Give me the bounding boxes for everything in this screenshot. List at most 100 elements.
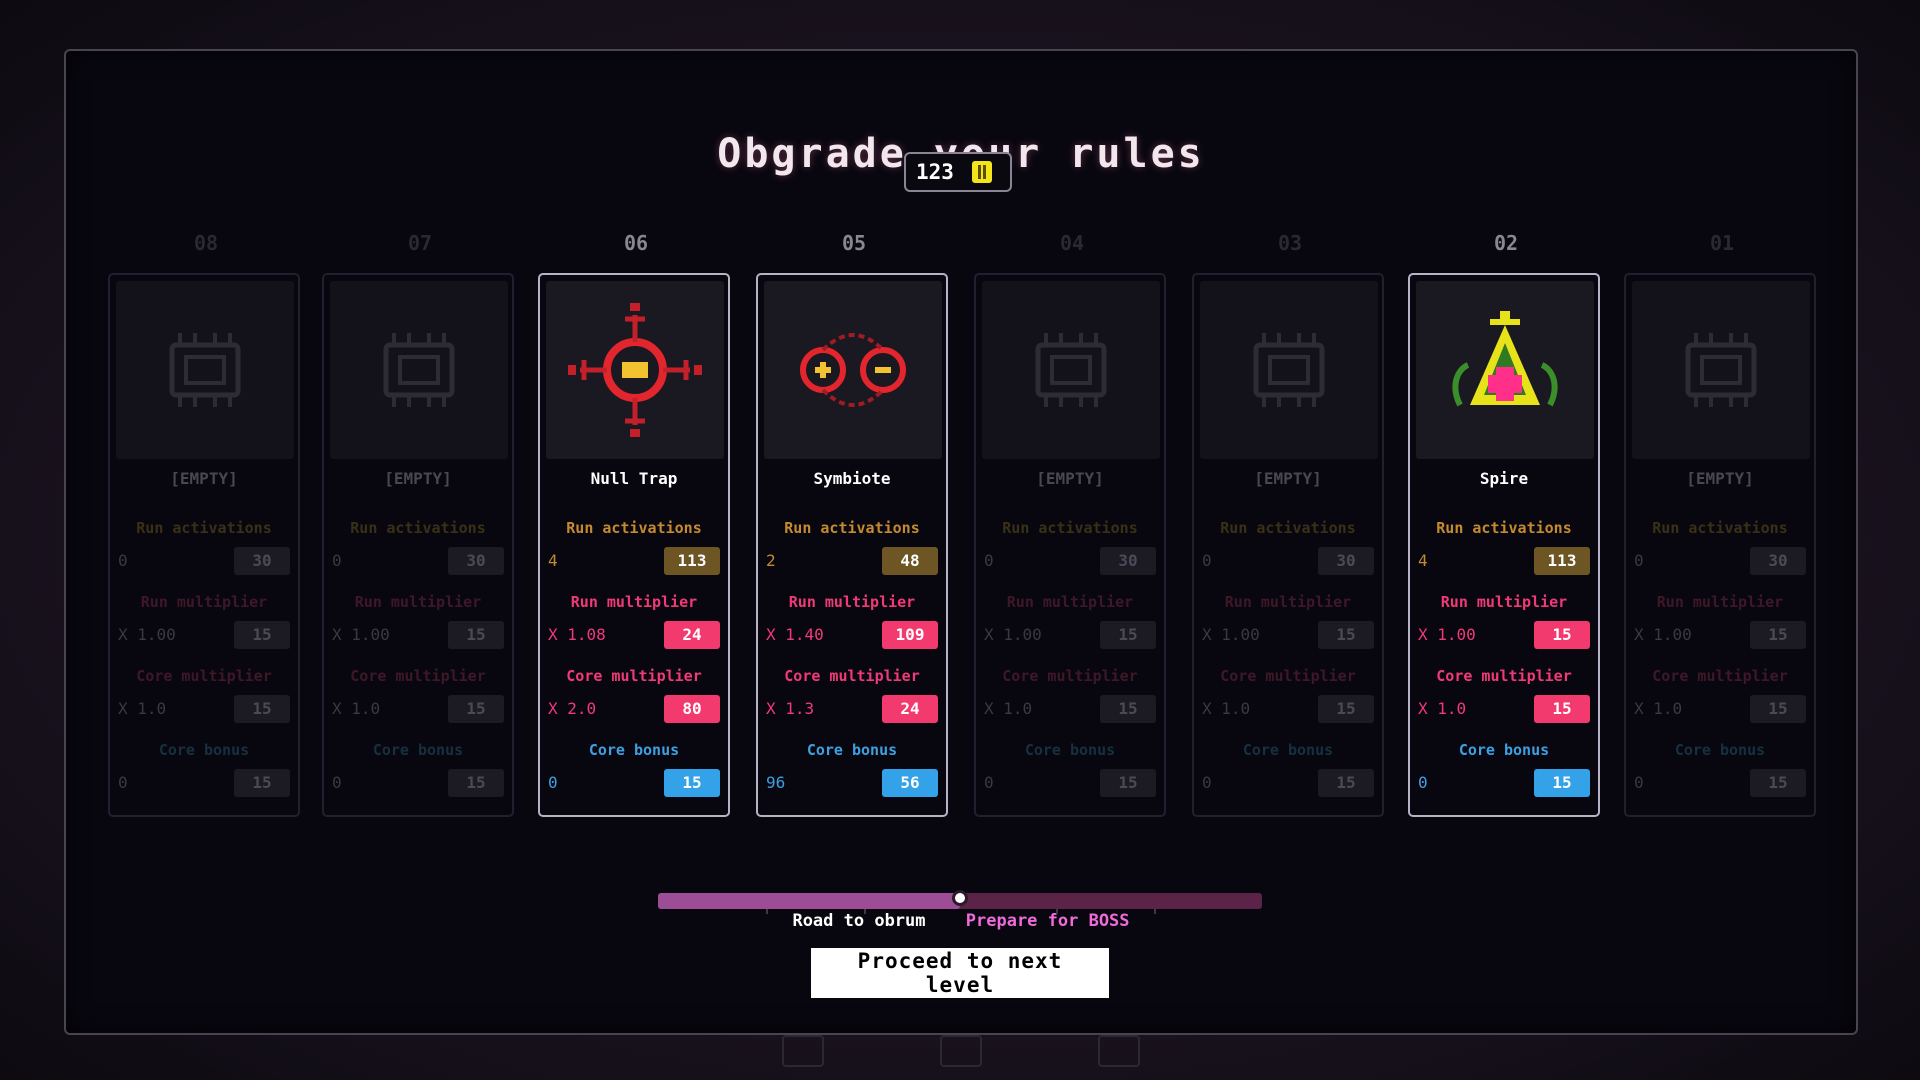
rule-card[interactable]: [EMPTY] Run activations 0 30 Run multipli… (1624, 273, 1816, 817)
core-bonus-label: Core bonus (1458, 741, 1550, 759)
slot-number: 01 (1709, 231, 1735, 255)
run-activations-label: Run activations (566, 519, 702, 537)
run-activations-upgrade-button[interactable]: 113 (664, 547, 720, 575)
core-bonus-upgrade-button[interactable]: 15 (1534, 769, 1590, 797)
core-bonus-value: 0 (548, 773, 558, 792)
rule-card[interactable]: [EMPTY] Run activations 0 30 Run multipli… (1192, 273, 1384, 817)
run-multiplier-value: X 1.08 (548, 625, 606, 644)
run-multiplier-value: X 1.00 (1202, 625, 1260, 644)
chip-icon (169, 333, 241, 407)
run-multiplier-label: Run multiplier (1440, 593, 1568, 611)
run-activations-value: 0 (118, 551, 128, 570)
run-activations-row: 0 30 (976, 547, 1164, 575)
core-multiplier-upgrade-button[interactable]: 15 (1100, 695, 1156, 723)
core-multiplier-value: X 1.0 (1634, 699, 1683, 718)
run-activations-upgrade-button[interactable]: 30 (1318, 547, 1374, 575)
rule-icon-box (116, 281, 294, 459)
core-bonus-upgrade-button[interactable]: 15 (234, 769, 290, 797)
run-multiplier-upgrade-button[interactable]: 109 (882, 621, 938, 649)
core-multiplier-label: Core multiplier (350, 667, 486, 685)
run-activations-row: 2 48 (758, 547, 946, 575)
core-multiplier-label: Core multiplier (136, 667, 272, 685)
run-activations-value: 0 (332, 551, 342, 570)
rule-card[interactable]: [EMPTY] Run activations 0 30 Run multipli… (108, 273, 300, 817)
core-multiplier-upgrade-button[interactable]: 15 (1534, 695, 1590, 723)
core-bonus-row: 0 15 (1626, 769, 1814, 797)
rule-card[interactable]: [EMPTY] Run activations 0 30 Run multipli… (322, 273, 514, 817)
run-activations-upgrade-button[interactable]: 113 (1534, 547, 1590, 575)
run-multiplier-label: Run multiplier (570, 593, 698, 611)
core-multiplier-row: X 1.3 24 (758, 695, 946, 723)
run-multiplier-row: X 1.08 24 (540, 621, 728, 649)
run-activations-label: Run activations (136, 519, 272, 537)
footer-icon (1098, 1035, 1140, 1067)
run-multiplier-label: Run multiplier (1656, 593, 1784, 611)
core-bonus-upgrade-button[interactable]: 15 (448, 769, 504, 797)
core-multiplier-upgrade-button[interactable]: 15 (234, 695, 290, 723)
rule-card[interactable]: Null Trap Run activations 4 113 Run multi… (538, 273, 730, 817)
core-bonus-row: 0 15 (976, 769, 1164, 797)
proceed-button[interactable]: Proceed to next level (811, 948, 1109, 998)
run-multiplier-upgrade-button[interactable]: 15 (234, 621, 290, 649)
core-bonus-value: 0 (1634, 773, 1644, 792)
slot-number: 02 (1493, 231, 1519, 255)
core-multiplier-upgrade-button[interactable]: 15 (1750, 695, 1806, 723)
core-multiplier-upgrade-button[interactable]: 15 (448, 695, 504, 723)
core-multiplier-label: Core multiplier (566, 667, 702, 685)
core-bonus-upgrade-button[interactable]: 15 (1750, 769, 1806, 797)
core-bonus-label: Core bonus (1242, 741, 1334, 759)
run-multiplier-value: X 1.40 (766, 625, 824, 644)
run-activations-upgrade-button[interactable]: 30 (1750, 547, 1806, 575)
rule-icon-box (764, 281, 942, 459)
rule-card[interactable]: [EMPTY] Run activations 0 30 Run multipli… (974, 273, 1166, 817)
run-multiplier-row: X 1.40 109 (758, 621, 946, 649)
core-multiplier-row: X 1.0 15 (1626, 695, 1814, 723)
core-multiplier-value: X 2.0 (548, 699, 597, 718)
run-activations-upgrade-button[interactable]: 30 (1100, 547, 1156, 575)
run-activations-row: 4 113 (1410, 547, 1598, 575)
run-activations-value: 2 (766, 551, 776, 570)
run-multiplier-upgrade-button[interactable]: 15 (1100, 621, 1156, 649)
core-bonus-value: 0 (1202, 773, 1212, 792)
slot-number: 08 (193, 231, 219, 255)
run-activations-upgrade-button[interactable]: 30 (448, 547, 504, 575)
core-multiplier-row: X 1.0 15 (976, 695, 1164, 723)
run-activations-row: 0 30 (1194, 547, 1382, 575)
run-activations-upgrade-button[interactable]: 48 (882, 547, 938, 575)
core-multiplier-label: Core multiplier (1220, 667, 1356, 685)
core-multiplier-upgrade-button[interactable]: 15 (1318, 695, 1374, 723)
run-multiplier-upgrade-button[interactable]: 15 (1318, 621, 1374, 649)
rule-card[interactable]: Spire Run activations 4 113 Run multiplie… (1408, 273, 1600, 817)
core-multiplier-upgrade-button[interactable]: 80 (664, 695, 720, 723)
road-next-label: Prepare for BOSS (965, 911, 1130, 931)
run-activations-upgrade-button[interactable]: 30 (234, 547, 290, 575)
progress-tick (1056, 909, 1058, 914)
core-multiplier-row: X 1.0 15 (1194, 695, 1382, 723)
core-bonus-value: 0 (332, 773, 342, 792)
core-bonus-upgrade-button[interactable]: 15 (664, 769, 720, 797)
run-multiplier-value: X 1.00 (1634, 625, 1692, 644)
run-multiplier-upgrade-button[interactable]: 15 (1750, 621, 1806, 649)
run-activations-value: 4 (1418, 551, 1428, 570)
run-multiplier-upgrade-button[interactable]: 15 (448, 621, 504, 649)
road-progress-fill (658, 893, 960, 909)
road-progress-marker (952, 890, 968, 906)
null-trap-icon (568, 303, 702, 437)
core-bonus-value: 0 (1418, 773, 1428, 792)
run-multiplier-value: X 1.00 (984, 625, 1042, 644)
core-multiplier-value: X 1.0 (1418, 699, 1467, 718)
core-bonus-row: 0 15 (324, 769, 512, 797)
rule-icon-box (1200, 281, 1378, 459)
core-bonus-upgrade-button[interactable]: 15 (1100, 769, 1156, 797)
run-activations-row: 0 30 (1626, 547, 1814, 575)
run-activations-value: 0 (1634, 551, 1644, 570)
rule-card[interactable]: Symbiote Run activations 2 48 Run multipl… (756, 273, 948, 817)
core-bonus-upgrade-button[interactable]: 15 (1318, 769, 1374, 797)
run-multiplier-upgrade-button[interactable]: 15 (1534, 621, 1590, 649)
run-multiplier-upgrade-button[interactable]: 24 (664, 621, 720, 649)
currency-amount: 123 (916, 160, 954, 184)
rule-icon-box (1416, 281, 1594, 459)
core-bonus-upgrade-button[interactable]: 56 (882, 769, 938, 797)
core-multiplier-upgrade-button[interactable]: 24 (882, 695, 938, 723)
rule-icon-box (1632, 281, 1810, 459)
